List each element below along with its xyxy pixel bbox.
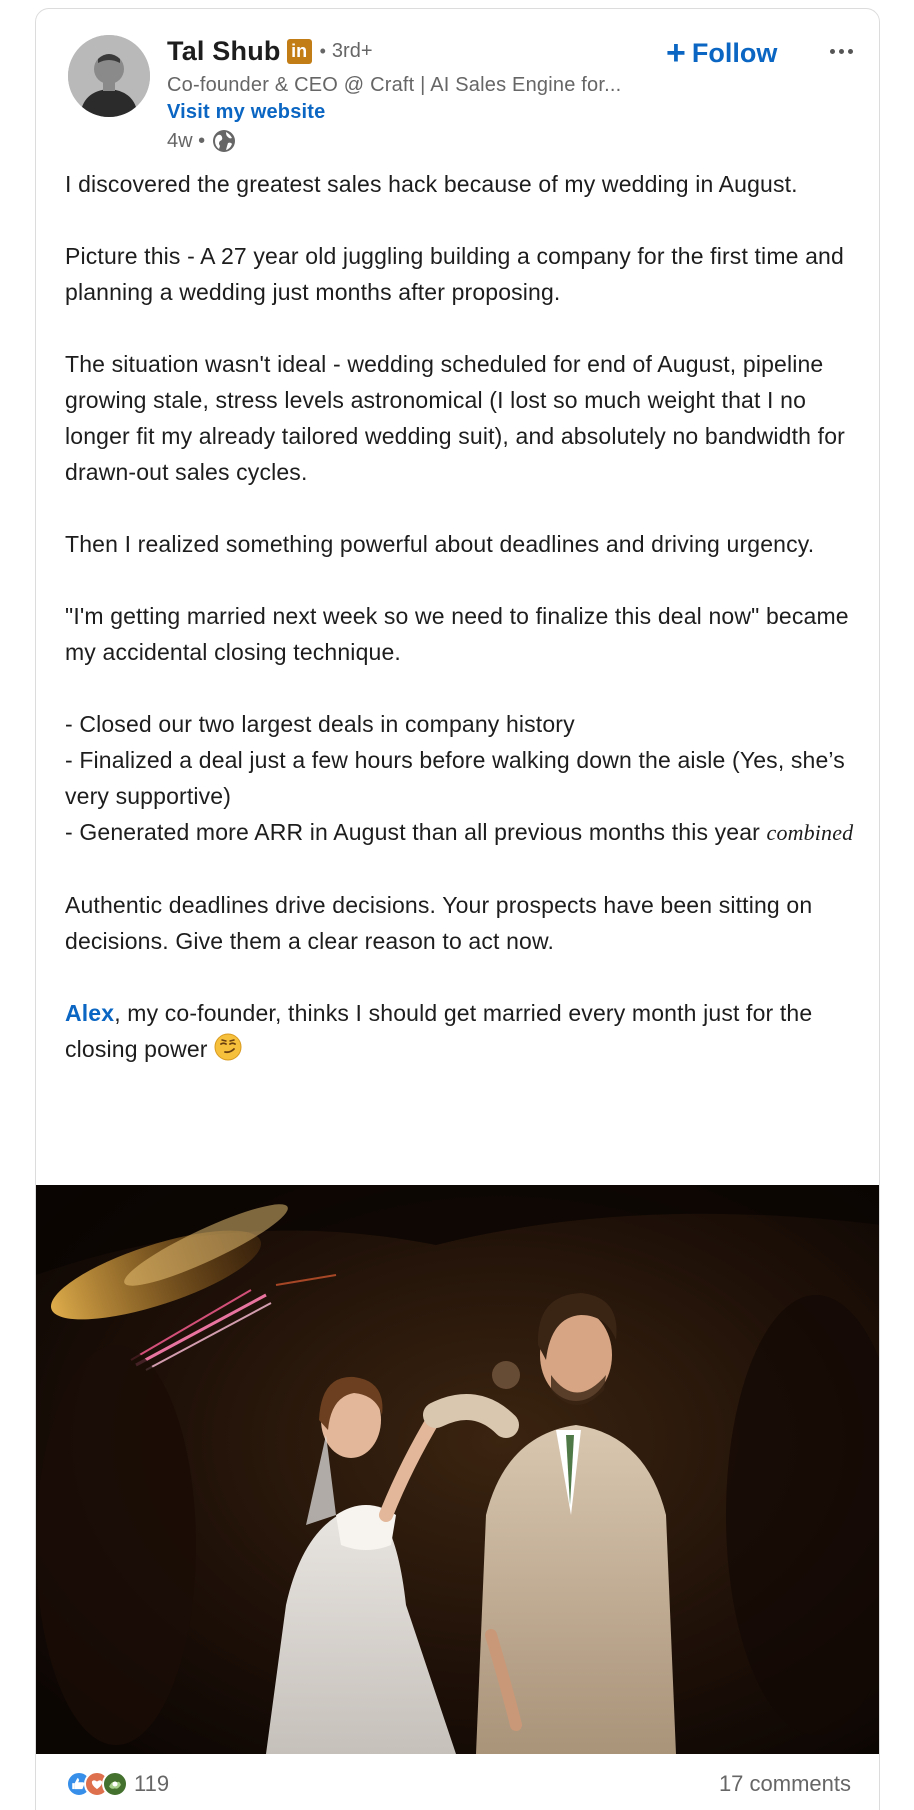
comments-count[interactable]: 17 comments [719,1771,851,1797]
avatar-photo-icon [68,35,150,117]
bullet-item: - Finalized a deal just a few hours befo… [65,747,845,809]
post-meta: 4w • [167,127,237,155]
bullet-item: - Generated more ARR in August than all … [65,814,855,851]
mention-link[interactable]: Alex [65,1000,114,1026]
more-options-icon[interactable] [821,33,861,69]
bullet-text: - Generated more ARR in August than all … [65,819,760,845]
post-paragraph: Alex, my co-founder, thinks I should get… [65,995,855,1067]
post-header: Tal Shub in • 3rd+ Co-founder & CEO @ Cr… [36,9,879,159]
post-paragraph: Then I realized something powerful about… [65,531,815,557]
reactions-summary[interactable]: 119 [66,1769,169,1799]
bullet-item: - Closed our two largest deals in compan… [65,711,575,737]
linkedin-premium-icon: in [286,38,312,64]
connection-degree: 3rd+ [331,39,373,62]
post-card: Tal Shub in • 3rd+ Co-founder & CEO @ Cr… [35,8,880,1810]
post-paragraph: The situation wasn't ideal - wedding sch… [65,351,845,485]
post-paragraph: Picture this - A 27 year old juggling bu… [65,243,844,305]
follow-button[interactable]: + Follow [666,35,777,71]
social-counts-bar: 119 17 comments [36,1754,879,1810]
italic-emphasis: combined [766,820,854,845]
separator-dot: • [319,40,326,61]
post-paragraph: I discovered the greatest sales hack bec… [65,171,798,197]
more-dot [847,48,853,54]
author-name-row: Tal Shub in • 3rd+ [167,33,373,69]
more-dot [838,48,844,54]
post-paragraph: "I'm getting married next week so we nee… [65,603,849,665]
post-paragraph: Authentic deadlines drive decisions. You… [65,892,813,954]
paragraph-text: , my co-founder, thinks I should get mar… [65,1000,813,1062]
visit-website-link[interactable]: Visit my website [167,101,325,124]
plus-icon: + [666,34,686,72]
author-name[interactable]: Tal Shub [167,36,281,67]
post-time: 4w • [167,129,206,152]
post-text: I discovered the greatest sales hack bec… [65,166,855,1067]
author-avatar[interactable] [68,35,150,117]
smirking-face-emoji [214,1033,242,1061]
post-image[interactable] [36,1185,879,1754]
globe-icon [213,130,236,152]
reaction-icons [66,1769,130,1799]
support-icon [102,1771,128,1797]
reaction-count: 119 [134,1771,170,1796]
follow-label: Follow [691,37,778,68]
author-headline: Co-founder & CEO @ Craft | AI Sales Engi… [167,74,622,96]
more-dot [829,48,835,54]
wedding-photo [36,1185,879,1754]
